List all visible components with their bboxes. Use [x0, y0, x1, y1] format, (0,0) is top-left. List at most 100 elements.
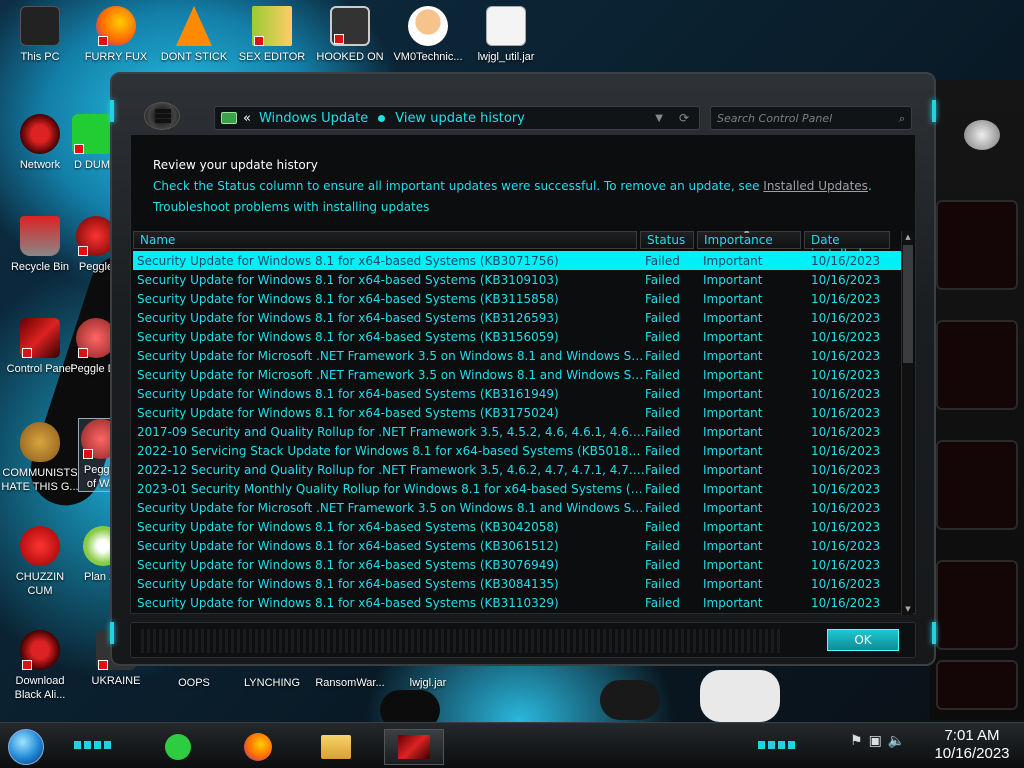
table-row[interactable]: Security Update for Windows 8.1 for x64-…: [133, 517, 901, 536]
cell-name: Security Update for Microsoft .NET Frame…: [137, 500, 645, 515]
back-forward-orb-icon[interactable]: [144, 102, 180, 130]
cell-name: Security Update for Microsoft .NET Frame…: [137, 367, 645, 382]
desktop-icon[interactable]: RansomWar...: [312, 676, 388, 690]
cell-date: 10/16/2023: [811, 424, 881, 439]
column-header-status[interactable]: Status: [640, 231, 694, 249]
search-icon[interactable]: ⌕: [899, 112, 905, 125]
refresh-icon[interactable]: ⟳: [679, 111, 689, 125]
breadcrumb-view-update-history[interactable]: View update history: [395, 111, 525, 126]
ok-button[interactable]: OK: [827, 629, 899, 651]
action-center-flag-icon[interactable]: ⚑: [850, 733, 863, 749]
table-row[interactable]: 2022-10 Servicing Stack Update for Windo…: [133, 441, 901, 460]
cell-status: Failed: [645, 310, 680, 325]
desktop-icon[interactable]: FURRY FUX: [78, 6, 154, 64]
table-row[interactable]: Security Update for Windows 8.1 for x64-…: [133, 403, 901, 422]
table-row[interactable]: Security Update for Microsoft .NET Frame…: [133, 498, 901, 517]
network-icon[interactable]: ▣: [869, 733, 882, 749]
table-row[interactable]: Security Update for Windows 8.1 for x64-…: [133, 536, 901, 555]
desktop-icon[interactable]: VM0Technic...: [390, 6, 466, 64]
breadcrumb-separator-icon[interactable]: [378, 114, 386, 122]
search-input[interactable]: Search Control Panel ⌕: [710, 106, 912, 130]
table-row[interactable]: 2017-09 Security and Quality Rollup for …: [133, 422, 901, 441]
scrollbar-thumb[interactable]: [903, 245, 913, 363]
clock-time: 7:01 AM: [944, 727, 1000, 744]
taskbar-app[interactable]: [306, 729, 366, 765]
table-row[interactable]: Security Update for Windows 8.1 for x64-…: [133, 327, 901, 346]
scroll-up-icon[interactable]: ▲: [902, 231, 914, 243]
cell-name: Security Update for Windows 8.1 for x64-…: [137, 557, 559, 572]
table-row[interactable]: Security Update for Windows 8.1 for x64-…: [133, 555, 901, 574]
breadcrumb-windows-update[interactable]: Windows Update: [259, 111, 368, 126]
desktop-icon[interactable]: OOPS: [156, 676, 232, 690]
desktop-icon[interactable]: Download Black Ali...: [2, 630, 78, 702]
desktop-icon[interactable]: LYNCHING: [234, 676, 310, 690]
desktop-icon-label: UKRAINE: [91, 675, 141, 687]
network-alien-icon: [20, 114, 60, 154]
desktop-icon[interactable]: SEX EDITOR: [234, 6, 310, 64]
control-panel-icon: [398, 735, 430, 759]
start-orb-icon[interactable]: [8, 729, 44, 765]
table-row[interactable]: 2023-01 Security Monthly Quality Rollup …: [133, 479, 901, 498]
desktop-icon-label: CHUZZIN CUM: [15, 571, 65, 597]
cell-importance: Important: [703, 576, 763, 591]
breadcrumb-overflow-chevron[interactable]: «: [243, 111, 251, 126]
cell-name: Security Update for Windows 8.1 for x64-…: [137, 386, 559, 401]
wallpaper-stroke: [700, 670, 780, 722]
taskbar-clock[interactable]: 7:01 AM 10/16/2023: [922, 727, 1022, 763]
table-row[interactable]: Security Update for Windows 8.1 for x64-…: [133, 270, 901, 289]
desktop-icon[interactable]: DONT STICK: [156, 6, 232, 64]
desktop-icon[interactable]: COMMUNISTS HATE THIS G...: [0, 422, 80, 494]
cell-status: Failed: [645, 595, 680, 610]
desktop-icon-label: VM0Technic...: [393, 51, 463, 63]
desktop-icon[interactable]: CHUZZIN CUM: [2, 526, 78, 598]
frame-light: [932, 100, 936, 122]
installed-updates-link[interactable]: Installed Updates: [763, 179, 868, 193]
table-row[interactable]: Security Update for Windows 8.1 for x64-…: [133, 593, 901, 612]
table-row[interactable]: Security Update for Windows 8.1 for x64-…: [133, 574, 901, 593]
cell-date: 10/16/2023: [811, 595, 881, 610]
cell-importance: Important: [703, 443, 763, 458]
instruction-text: Check the Status column to ensure all im…: [153, 179, 764, 193]
clock-date: 10/16/2023: [934, 745, 1010, 762]
desktop-icon-label: FURRY FUX: [84, 51, 148, 63]
cell-status: Failed: [645, 386, 680, 401]
table-row[interactable]: Security Update for Windows 8.1 for x64-…: [133, 251, 901, 270]
cell-name: Security Update for Microsoft .NET Frame…: [137, 348, 645, 363]
desktop-icon-label: DONT STICK: [160, 51, 228, 63]
table-row[interactable]: 2022-12 Security and Quality Rollup for …: [133, 460, 901, 479]
cell-status: Failed: [645, 348, 680, 363]
desktop-icon-label: COMMUNISTS HATE THIS G...: [1, 467, 79, 493]
desktop-icon[interactable]: This PC: [2, 6, 78, 64]
desktop-icon[interactable]: lwjgl_util.jar: [468, 6, 544, 64]
address-bar[interactable]: « Windows Update View update history ▼ ⟳: [214, 106, 700, 130]
cell-importance: Important: [703, 348, 763, 363]
vertical-scrollbar[interactable]: ▲ ▼: [901, 231, 913, 615]
desktop-icon-label: lwjgl.jar: [409, 677, 447, 689]
cell-importance: Important: [703, 462, 763, 477]
cell-date: 10/16/2023: [811, 348, 881, 363]
hooked-app-icon: [330, 6, 370, 46]
taskbar-app-active[interactable]: [384, 729, 444, 765]
cell-importance: Important: [703, 500, 763, 515]
troubleshoot-link[interactable]: Troubleshoot problems with installing up…: [153, 197, 872, 218]
column-header-date-installed[interactable]: Date installed: [804, 231, 890, 261]
cell-importance: Important: [703, 405, 763, 420]
taskbar-app[interactable]: [228, 729, 288, 765]
table-row[interactable]: Security Update for Windows 8.1 for x64-…: [133, 308, 901, 327]
table-row[interactable]: Security Update for Windows 8.1 for x64-…: [133, 384, 901, 403]
cell-importance: Important: [703, 329, 763, 344]
table-row[interactable]: Security Update for Microsoft .NET Frame…: [133, 365, 901, 384]
volume-icon[interactable]: 🔈: [888, 733, 905, 749]
wallpaper-stroke: [600, 680, 660, 720]
content-pane: Review your update history Check the Sta…: [130, 134, 916, 615]
table-row[interactable]: Security Update for Microsoft .NET Frame…: [133, 346, 901, 365]
taskbar-app[interactable]: [148, 729, 208, 765]
desktop-icon[interactable]: lwjgl.jar: [390, 676, 466, 690]
column-header-name[interactable]: Name: [133, 231, 637, 249]
address-dropdown-icon[interactable]: ▼: [655, 113, 663, 124]
taskbar: ⚑ ▣ 🔈 7:01 AM 10/16/2023: [0, 722, 1024, 768]
table-row[interactable]: Security Update for Windows 8.1 for x64-…: [133, 289, 901, 308]
column-header-importance[interactable]: ▲Importance: [697, 231, 801, 249]
desktop-icon[interactable]: HOOKED ON: [312, 6, 388, 64]
scroll-down-icon[interactable]: ▼: [902, 603, 914, 615]
